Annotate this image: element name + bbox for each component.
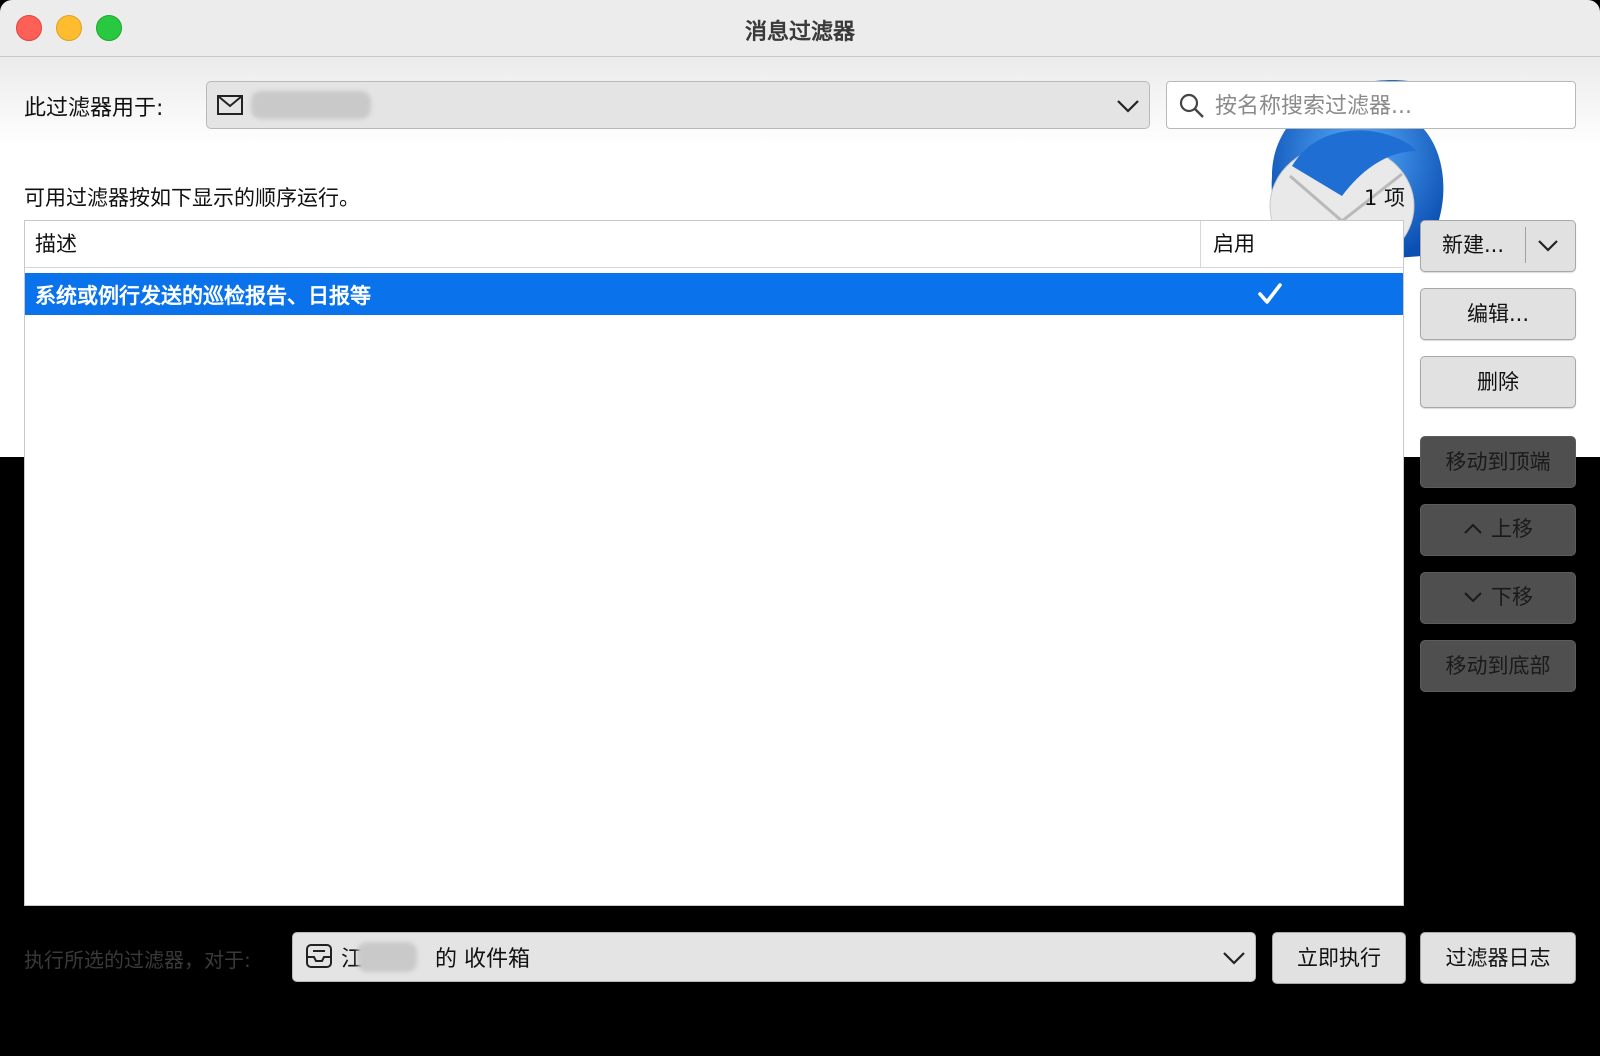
title-bar: 消息过滤器 — [0, 0, 1600, 57]
move-to-top-button[interactable]: 移动到顶端 — [1420, 436, 1576, 488]
folder-select[interactable]: 江 的 收件箱 — [292, 932, 1256, 982]
message-filters-window: 消息过滤器 此过滤器用于: 可用过滤 — [0, 0, 1600, 1056]
filter-description: 系统或例行发送的巡检报告、日报等 — [35, 284, 371, 308]
window-title: 消息过滤器 — [744, 20, 855, 45]
move-down-label: 下移 — [1491, 585, 1533, 609]
column-header-description[interactable]: 描述 — [25, 221, 1201, 267]
delete-filter-button[interactable]: 删除 — [1420, 356, 1576, 408]
search-icon — [1179, 93, 1204, 118]
chevron-down-icon — [1223, 952, 1245, 965]
run-filters-label: 执行所选的过滤器，对于: — [24, 948, 251, 972]
run-now-button[interactable]: 立即执行 — [1272, 932, 1406, 984]
filter-search-box[interactable] — [1166, 81, 1576, 129]
chevron-down-icon — [1117, 100, 1139, 113]
new-filter-button[interactable]: 新建... — [1420, 220, 1576, 272]
move-up-label: 上移 — [1491, 517, 1533, 541]
redacted-folder-name — [357, 942, 417, 972]
edit-filter-button[interactable]: 编辑... — [1420, 288, 1576, 340]
filter-list[interactable]: 描述 启用 系统或例行发送的巡检报告、日报等 — [24, 220, 1404, 906]
move-down-button[interactable]: 下移 — [1420, 572, 1576, 624]
folder-select-value: 的 收件箱 — [435, 947, 530, 972]
redacted-account-name — [251, 91, 371, 119]
table-row[interactable]: 系统或例行发送的巡检报告、日报等 — [25, 273, 1403, 315]
move-up-button[interactable]: 上移 — [1420, 504, 1576, 556]
chevron-down-icon[interactable] — [1535, 238, 1561, 254]
search-input[interactable] — [1213, 88, 1567, 124]
chevron-up-icon — [1464, 523, 1482, 534]
account-select[interactable] — [206, 81, 1150, 129]
filter-list-header: 描述 启用 — [25, 221, 1403, 268]
filter-log-button[interactable]: 过滤器日志 — [1420, 932, 1576, 984]
mail-account-icon — [217, 95, 243, 115]
button-divider — [1525, 227, 1526, 263]
chevron-down-icon — [1464, 591, 1482, 602]
new-filter-label: 新建... — [1441, 233, 1505, 257]
checkmark-icon[interactable] — [1257, 281, 1283, 307]
column-header-enabled[interactable]: 启用 — [1203, 221, 1403, 267]
filter-count: 1 项 — [1364, 186, 1406, 210]
move-to-bottom-button[interactable]: 移动到底部 — [1420, 640, 1576, 692]
order-note: 可用过滤器按如下显示的顺序运行。 — [24, 186, 360, 210]
filter-for-label: 此过滤器用于: — [24, 96, 164, 121]
inbox-folder-icon — [306, 944, 332, 968]
